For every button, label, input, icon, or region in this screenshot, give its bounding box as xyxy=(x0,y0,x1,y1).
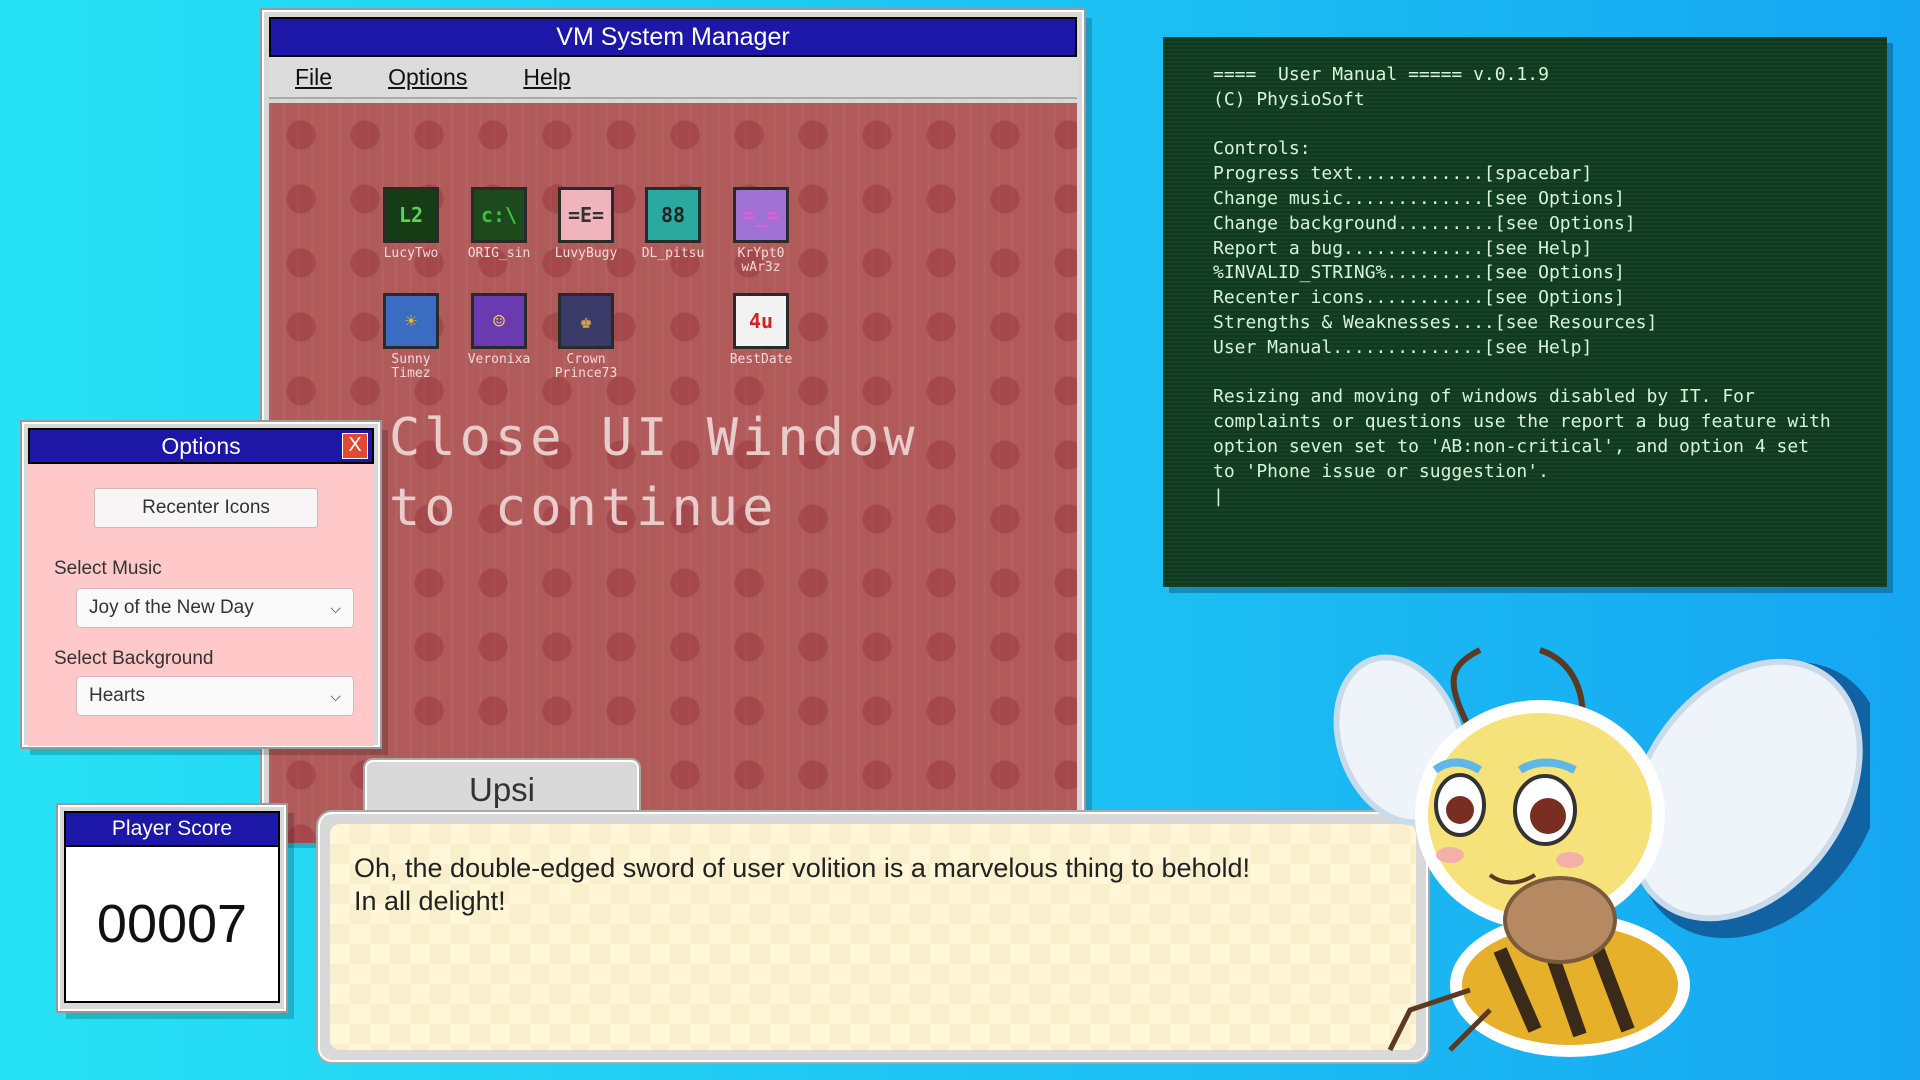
desktop-icon[interactable]: ☀ Sunny Timez xyxy=(369,293,453,381)
close-window-message: Close UI Window to continue xyxy=(389,408,919,538)
options-title: Options xyxy=(161,433,241,459)
menu-options[interactable]: Options xyxy=(388,64,467,91)
player-score-window: Player Score 00007 xyxy=(58,805,286,1011)
desktop-icon-label: DL_pitsu xyxy=(641,246,705,261)
terminal-line: Report a bug.............[see Help] xyxy=(1213,237,1593,259)
desktop-icon[interactable]: =E= LuvyBugy xyxy=(544,187,628,261)
player-score-value: 00007 xyxy=(64,847,280,1003)
terminal-line: Progress text............[spacebar] xyxy=(1213,163,1593,185)
desktop-icon-label: ORIG_sin xyxy=(467,246,531,261)
desktop-icon-label: BestDate xyxy=(729,352,793,367)
terminal-line: User Manual..............[see Help] xyxy=(1213,336,1593,358)
desktop-icon-label: Veronixa xyxy=(467,352,531,367)
music-select-value: Joy of the New Day xyxy=(89,597,254,618)
speaker-name-tab: Upsi xyxy=(365,760,639,820)
desktop-icon-label: Crown Prince73 xyxy=(554,352,618,381)
bee-character-portrait xyxy=(1333,647,1870,1057)
options-title-bar: Options X xyxy=(28,428,374,464)
vm-window-title: VM System Manager xyxy=(269,17,1077,57)
program-icon: ☀ xyxy=(383,293,439,349)
recenter-icons-button[interactable]: Recenter Icons xyxy=(94,488,318,528)
desktop-icon-label: Sunny Timez xyxy=(391,352,431,381)
program-icon: ♚ xyxy=(558,293,614,349)
menu-file[interactable]: File xyxy=(295,64,332,91)
terminal-cursor: | xyxy=(1213,485,1224,507)
background-select-value: Hearts xyxy=(89,685,145,706)
terminal-lines: ==== User Manual ===== v.0.1.9 (C) Physio… xyxy=(1213,63,1837,385)
terminal-line: Change background.........[see Options] xyxy=(1213,212,1636,234)
dialogue-box[interactable]: Oh, the double-edged sword of user volit… xyxy=(318,812,1428,1062)
music-select[interactable]: Joy of the New Day ⌵ xyxy=(76,588,354,628)
options-window: Options X Recenter Icons Select Music Jo… xyxy=(22,422,380,747)
vm-system-manager-window: VM System Manager File Options Help L2 Lu… xyxy=(262,10,1084,843)
terminal-paragraph: Resizing and moving of windows disabled … xyxy=(1213,386,1831,482)
close-icon: X xyxy=(348,434,362,456)
terminal-line: ==== User Manual ===== v.0.1.9 xyxy=(1213,64,1549,85)
program-icon: c:\ xyxy=(471,187,527,243)
desktop-icon-label: KrYpt0 wAr3z xyxy=(737,246,785,275)
chevron-down-icon: ⌵ xyxy=(330,600,341,616)
desktop-icon[interactable]: ♚ Crown Prince73 xyxy=(544,293,628,381)
desktop-icon-label: LucyTwo xyxy=(383,246,439,261)
select-music-label: Select Music xyxy=(54,558,162,579)
terminal-line: Controls: xyxy=(1213,138,1311,160)
program-icon: ☺ xyxy=(471,293,527,349)
terminal-line: %INVALID_STRING%.........[see Options] xyxy=(1213,262,1625,284)
desktop-icon[interactable]: =_= KrYpt0 wAr3z xyxy=(719,187,803,275)
dialogue-line-1: Oh, the double-edged sword of user volit… xyxy=(354,853,1251,883)
program-icon: =_= xyxy=(733,187,789,243)
desktop-icon[interactable]: c:\ ORIG_sin xyxy=(457,187,541,261)
background-select[interactable]: Hearts ⌵ xyxy=(76,676,354,716)
vm-menubar: File Options Help xyxy=(269,57,1077,99)
desktop-icon-label: LuvyBugy xyxy=(554,246,618,261)
options-body: Recenter Icons Select Music Joy of the N… xyxy=(28,464,374,746)
close-button[interactable]: X xyxy=(342,433,368,459)
program-icon: 88 xyxy=(645,187,701,243)
terminal-line: Change music.............[see Options] xyxy=(1213,187,1625,209)
terminal-line: (C) PhysioSoft xyxy=(1213,88,1365,110)
select-background-label: Select Background xyxy=(54,648,214,669)
dialogue-line-2: In all delight! xyxy=(354,886,506,916)
desktop-icon[interactable]: L2 LucyTwo xyxy=(369,187,453,261)
desktop-icon[interactable]: 88 DL_pitsu xyxy=(631,187,715,261)
user-manual-terminal: ==== User Manual ===== v.0.1.9 (C) Physio… xyxy=(1163,37,1887,587)
dialogue-text-area: Oh, the double-edged sword of user volit… xyxy=(330,824,1416,1050)
terminal-line: Strengths & Weaknesses....[see Resources… xyxy=(1213,311,1658,333)
player-score-title: Player Score xyxy=(64,811,280,847)
terminal-line: Recenter icons...........[see Options] xyxy=(1213,287,1625,309)
vm-desktop: L2 LucyTwo c:\ ORIG_sin =E= LuvyBugy 88 DL_pits… xyxy=(269,103,1077,843)
program-icon: 4u xyxy=(733,293,789,349)
desktop-icon[interactable]: ☺ Veronixa xyxy=(457,293,541,367)
menu-help[interactable]: Help xyxy=(523,64,570,91)
desktop-icon[interactable]: 4u BestDate xyxy=(719,293,803,367)
program-icon: =E= xyxy=(558,187,614,243)
program-icon: L2 xyxy=(383,187,439,243)
chevron-down-icon: ⌵ xyxy=(330,688,341,704)
